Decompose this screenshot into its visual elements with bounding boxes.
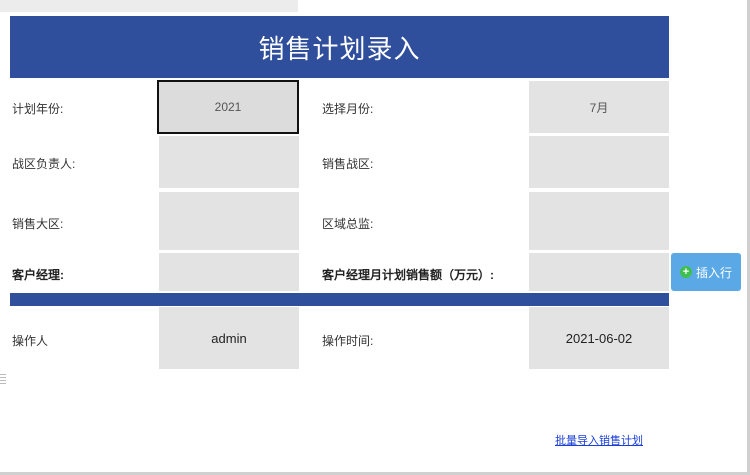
operate-time-value: 2021-06-02 bbox=[529, 307, 669, 369]
monthly-sales-plan-label: 客户经理月计划销售额（万元）: bbox=[322, 268, 494, 282]
regional-director-field[interactable] bbox=[529, 192, 669, 250]
operator-label: 操作人 bbox=[12, 334, 49, 348]
select-month-field[interactable]: 7月 bbox=[529, 81, 669, 133]
batch-import-link[interactable]: 批量导入销售计划 bbox=[555, 432, 643, 448]
account-manager-label: 客户经理: bbox=[12, 268, 64, 282]
plus-icon: + bbox=[679, 266, 692, 278]
operator-value: admin bbox=[159, 307, 299, 369]
insert-row-label: 插入行 bbox=[695, 265, 732, 280]
sales-war-zone-field[interactable] bbox=[529, 136, 669, 188]
sales-region-field[interactable] bbox=[159, 192, 299, 250]
sales-war-zone-label: 销售战区: bbox=[322, 157, 374, 171]
sales-region-label: 销售大区: bbox=[12, 217, 64, 231]
resize-grip-icon[interactable] bbox=[0, 374, 6, 386]
monthly-sales-plan-field[interactable] bbox=[529, 253, 669, 291]
section-divider bbox=[10, 293, 669, 306]
war-zone-manager-field[interactable] bbox=[159, 136, 299, 188]
select-month-label: 选择月份: bbox=[322, 102, 374, 116]
top-strip bbox=[0, 0, 298, 12]
regional-director-label: 区域总监: bbox=[322, 217, 374, 231]
form-title: 销售计划录入 bbox=[10, 16, 669, 78]
account-manager-field[interactable] bbox=[159, 253, 299, 291]
plan-year-label: 计划年份: bbox=[12, 102, 64, 116]
plan-year-field[interactable]: 2021 bbox=[157, 80, 299, 134]
insert-row-button[interactable]: + 插入行 bbox=[671, 253, 741, 291]
operate-time-label: 操作时间: bbox=[322, 334, 374, 348]
war-zone-manager-label: 战区负责人: bbox=[12, 157, 76, 171]
